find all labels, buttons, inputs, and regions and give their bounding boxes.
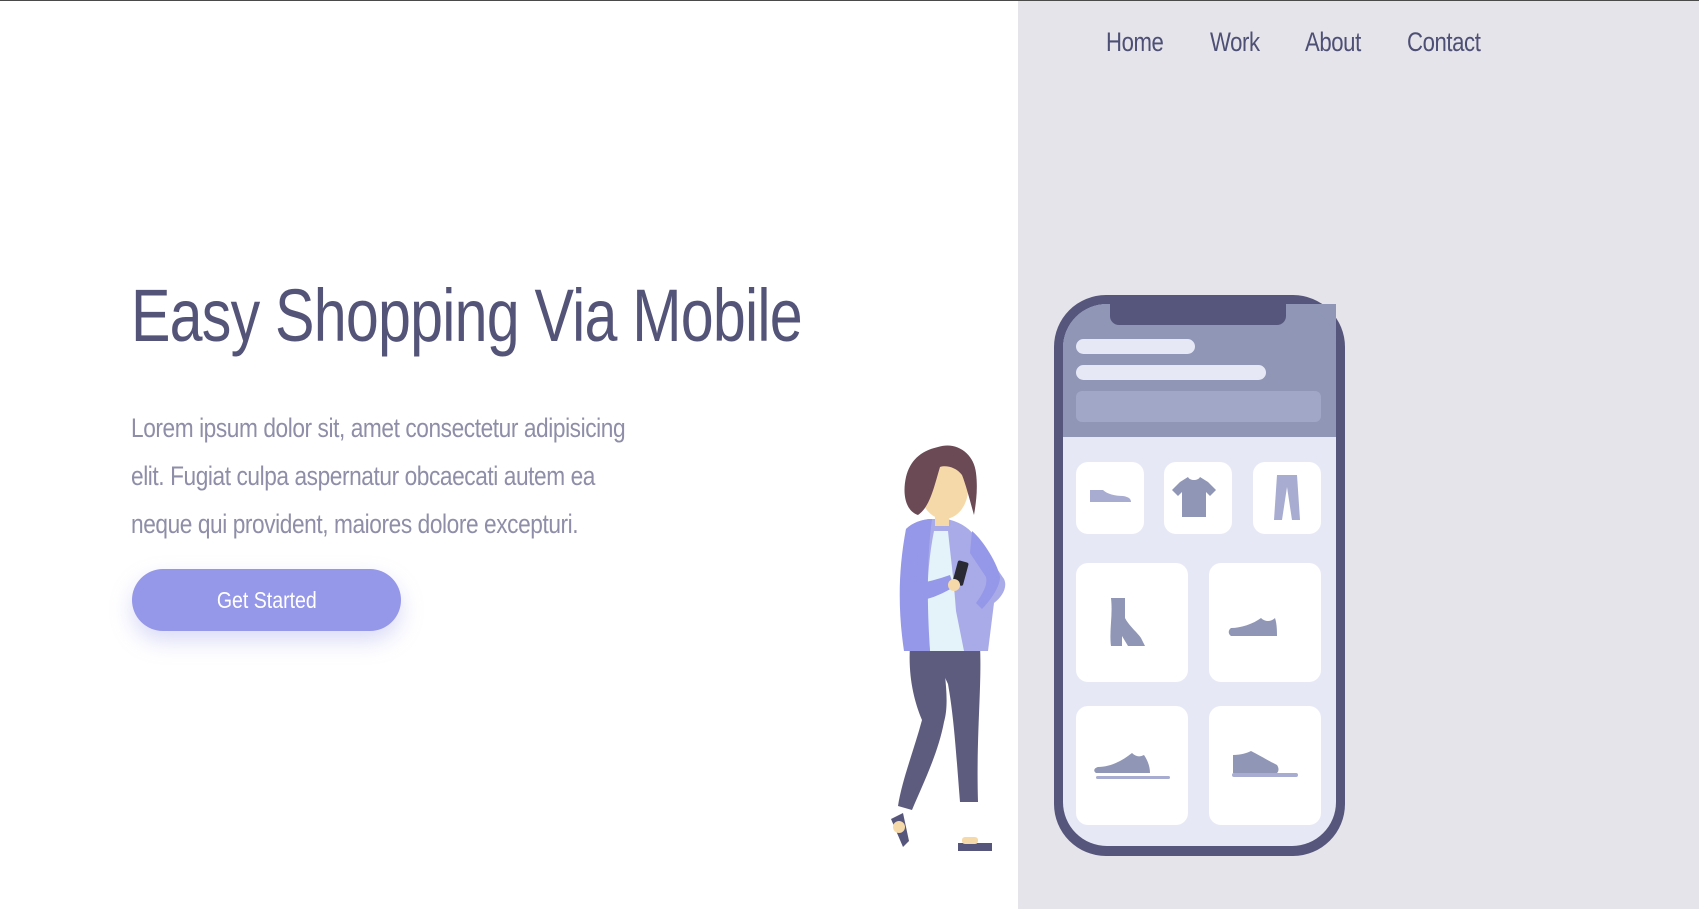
- nav-link-about[interactable]: About: [1305, 27, 1361, 58]
- nav-link-work[interactable]: Work: [1210, 27, 1260, 58]
- main-nav: Home Work About Contact: [1106, 27, 1496, 58]
- right-panel-background: [1018, 1, 1699, 909]
- page: Home Work About Contact Easy Shopping Vi…: [0, 0, 1699, 909]
- hero-title: Easy Shopping Via Mobile: [131, 274, 803, 357]
- get-started-label: Get Started: [216, 586, 317, 613]
- woman-figure: [891, 445, 1006, 851]
- nav-link-home[interactable]: Home: [1106, 27, 1164, 58]
- hero-description: Lorem ipsum dolor sit, amet consectetur …: [131, 413, 626, 539]
- nav-link-contact[interactable]: Contact: [1407, 27, 1481, 58]
- get-started-button[interactable]: Get Started: [132, 569, 401, 631]
